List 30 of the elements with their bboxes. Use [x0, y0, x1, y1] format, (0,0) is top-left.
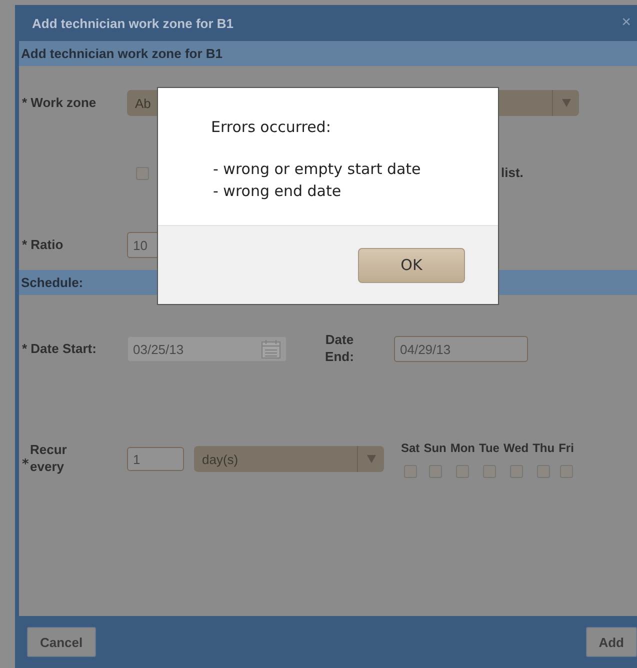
field-label: Recur every: [30, 442, 68, 476]
recur-count-field[interactable]: 1: [127, 447, 184, 471]
weekday-label: Fri: [558, 440, 574, 454]
error-message: - wrong or empty start date: [213, 159, 422, 180]
weekday-label: Tue: [479, 440, 500, 454]
calendar-icon: [261, 339, 281, 359]
weekday-label: Thu: [532, 440, 555, 454]
error-message: - wrong end date: [213, 181, 342, 202]
caret-icon: [562, 99, 570, 107]
field-label: * Date Start:: [22, 340, 98, 358]
alert-title: Errors occurred:: [211, 117, 332, 138]
date-start-field[interactable]: 03/25/13: [127, 336, 287, 362]
weekday-label: Wed: [503, 440, 529, 454]
weekday-label: Mon: [450, 440, 476, 454]
field-label: * Ratio: [22, 236, 64, 254]
required-marker: *: [22, 456, 30, 472]
ok-button[interactable]: OK: [358, 248, 465, 282]
add-button[interactable]: Add: [586, 627, 637, 657]
window-title: Add technician work zone for B1: [32, 16, 234, 30]
weekday-label: Sat: [401, 440, 420, 454]
field-label: * Work zone: [22, 94, 98, 112]
section-header: Add technician work zone for B1: [19, 41, 637, 66]
checkbox-label: list.: [501, 164, 524, 182]
caret-icon: [366, 455, 376, 463]
close-button[interactable]: ×: [622, 14, 631, 32]
recur-unit-select[interactable]: day(s): [194, 446, 384, 472]
weekday-label: Sun: [424, 440, 446, 454]
date-end-field[interactable]: 04/29/13: [394, 336, 528, 362]
cancel-button[interactable]: Cancel: [27, 627, 96, 657]
field-label: Date End:: [324, 332, 355, 366]
